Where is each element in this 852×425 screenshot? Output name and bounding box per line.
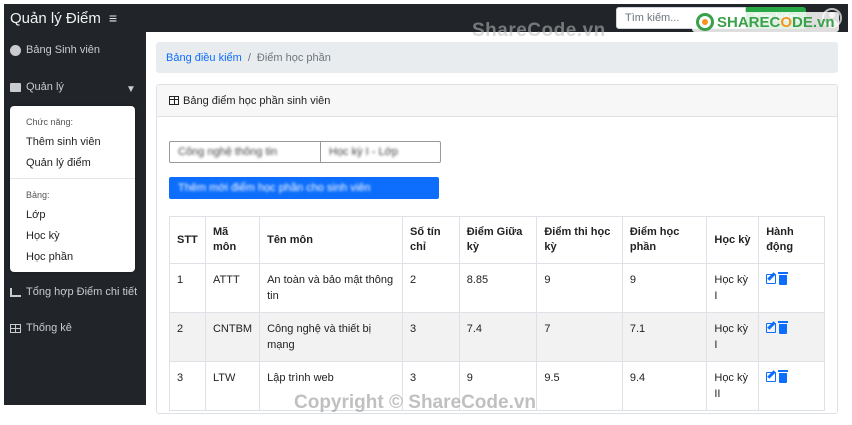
- dropdown-item-semester[interactable]: Học kỳ: [26, 230, 60, 242]
- major-select-value: Công nghệ thông tin: [178, 146, 278, 158]
- dropdown-item-class[interactable]: Lớp: [26, 209, 45, 221]
- sidebar-item-label: Thống kê: [26, 322, 72, 334]
- cell-course-grade: 9.4: [621, 361, 708, 411]
- column-header: Điểm học phần: [621, 216, 708, 264]
- cell-midterm: 7.4: [458, 312, 538, 362]
- logo-text: SHARECODE.vn: [717, 13, 835, 31]
- breadcrumb-current: Điểm học phần: [256, 51, 331, 64]
- cell-course-grade: 9: [621, 263, 708, 313]
- table-icon: [10, 323, 21, 333]
- dropdown-divider: [10, 178, 135, 179]
- grades-table: STT Mã môn Tên môn Số tín chỉ Điểm Giữa …: [169, 216, 825, 411]
- column-header: Số tín chỉ: [402, 216, 460, 264]
- cell-course-grade: 7.1: [621, 312, 708, 362]
- chevron-down-icon[interactable]: ▼: [126, 84, 136, 95]
- column-header: Hành động: [758, 216, 825, 264]
- cell-final-exam: 9.5: [536, 361, 623, 411]
- dropdown-item-add-student[interactable]: Thêm sinh viên: [26, 136, 101, 148]
- add-grade-button[interactable]: Thêm mới điểm học phần cho sinh viên: [169, 177, 439, 199]
- cell-stt: 2: [169, 312, 206, 362]
- filter-row: Công nghệ thông tin Học kỳ I - Lớp: [169, 141, 441, 163]
- edit-icon[interactable]: [766, 274, 777, 284]
- brand-title: Quản lý Điểm: [10, 9, 101, 27]
- watermark-bottom: Copyright © ShareCode.vn: [294, 392, 537, 413]
- watermark-top: ShareCode.vn: [472, 20, 606, 41]
- breadcrumb-separator: /: [247, 51, 251, 64]
- cell-stt: 3: [169, 361, 206, 411]
- folder-icon: [10, 82, 21, 92]
- cell-course-code: CNTBM: [204, 312, 261, 362]
- class-select[interactable]: Học kỳ I - Lớp: [321, 141, 441, 163]
- cell-credits: 3: [402, 312, 460, 362]
- edit-icon[interactable]: [766, 372, 777, 382]
- column-header: Mã môn: [204, 216, 261, 264]
- class-select-value: Học kỳ I - Lớp: [329, 146, 398, 158]
- table-row: 1 ATTT An toàn và bảo mật thông tin 2 8.…: [169, 263, 825, 313]
- column-header: Điểm thi học kỳ: [536, 216, 623, 264]
- card-header: Bảng điểm học phần sinh viên: [157, 85, 837, 117]
- sidebar-item-label: Quản lý: [26, 81, 64, 93]
- edit-icon[interactable]: [766, 323, 777, 333]
- major-select[interactable]: Công nghệ thông tin: [169, 141, 321, 163]
- trash-icon[interactable]: [778, 370, 789, 383]
- dropdown-item-course[interactable]: Học phần: [26, 251, 73, 263]
- sidebar-item-label: Tổng hợp Điểm chi tiết: [26, 286, 138, 298]
- sidebar-item-dashboard[interactable]: Bảng Sinh viên: [10, 44, 100, 56]
- cell-stt: 1: [169, 263, 206, 313]
- table-row: 2 CNTBM Công nghệ và thiết bị mạng 3 7.4…: [169, 312, 825, 362]
- sidebar-item-manage[interactable]: Quản lý: [10, 81, 64, 93]
- cell-actions: [758, 263, 825, 313]
- hamburger-menu-icon[interactable]: ≡: [109, 10, 117, 26]
- table-header-row: STT Mã môn Tên môn Số tín chỉ Điểm Giữa …: [169, 216, 825, 264]
- sidebar-item-summary[interactable]: Tổng hợp Điểm chi tiết: [10, 286, 137, 298]
- sharecode-logo: SHARECODE.vn: [692, 12, 839, 32]
- breadcrumb: Bảng điều kiểm / Điểm học phần: [156, 42, 838, 73]
- table-icon: [169, 96, 179, 105]
- cell-course-code: LTW: [204, 361, 261, 411]
- column-header: Học kỳ: [706, 216, 760, 264]
- column-header: STT: [169, 216, 206, 264]
- app-window: Quản lý Điểm ≡ Tìm kiếm Bảng Sinh viên Q…: [0, 0, 852, 425]
- cell-semester: Học kỳ II: [706, 361, 760, 411]
- cell-actions: [758, 361, 825, 411]
- manage-dropdown-menu: Chức năng: Thêm sinh viên Quản lý điểm B…: [10, 106, 135, 272]
- dropdown-item-manage-grades[interactable]: Quản lý điểm: [26, 157, 91, 169]
- cell-semester: Học kỳ I: [706, 312, 760, 362]
- dropdown-heading-features: Chức năng:: [26, 117, 74, 127]
- sidebar-item-stats[interactable]: Thống kê: [10, 322, 72, 334]
- logo-mark-icon: [696, 13, 714, 31]
- brand[interactable]: Quản lý Điểm ≡: [4, 10, 117, 27]
- grades-card: Bảng điểm học phần sinh viên Công nghệ t…: [156, 84, 838, 414]
- cell-final-exam: 9: [536, 263, 623, 313]
- cell-course-name: An toàn và bảo mật thông tin: [259, 263, 403, 313]
- cell-credits: 2: [402, 263, 460, 313]
- breadcrumb-link-dashboard[interactable]: Bảng điều kiểm: [166, 52, 242, 64]
- cell-final-exam: 7: [536, 312, 623, 362]
- trash-icon[interactable]: [778, 321, 789, 334]
- area-chart-icon: [10, 287, 21, 297]
- cell-actions: [758, 312, 825, 362]
- sidebar-item-label: Bảng Sinh viên: [26, 44, 100, 56]
- add-grade-button-label: Thêm mới điểm học phần cho sinh viên: [178, 182, 371, 194]
- cell-course-code: ATTT: [204, 263, 261, 313]
- column-header: Tên môn: [259, 216, 403, 264]
- column-header: Điểm Giữa kỳ: [458, 216, 538, 264]
- dropdown-heading-tables: Bảng:: [26, 190, 50, 200]
- cell-midterm: 8.85: [458, 263, 538, 313]
- cell-course-name: Công nghệ và thiết bị mạng: [259, 312, 403, 362]
- cell-semester: Học kỳ I: [706, 263, 760, 313]
- card-title: Bảng điểm học phần sinh viên: [183, 94, 331, 107]
- trash-icon[interactable]: [778, 272, 789, 285]
- gauge-icon: [10, 44, 21, 56]
